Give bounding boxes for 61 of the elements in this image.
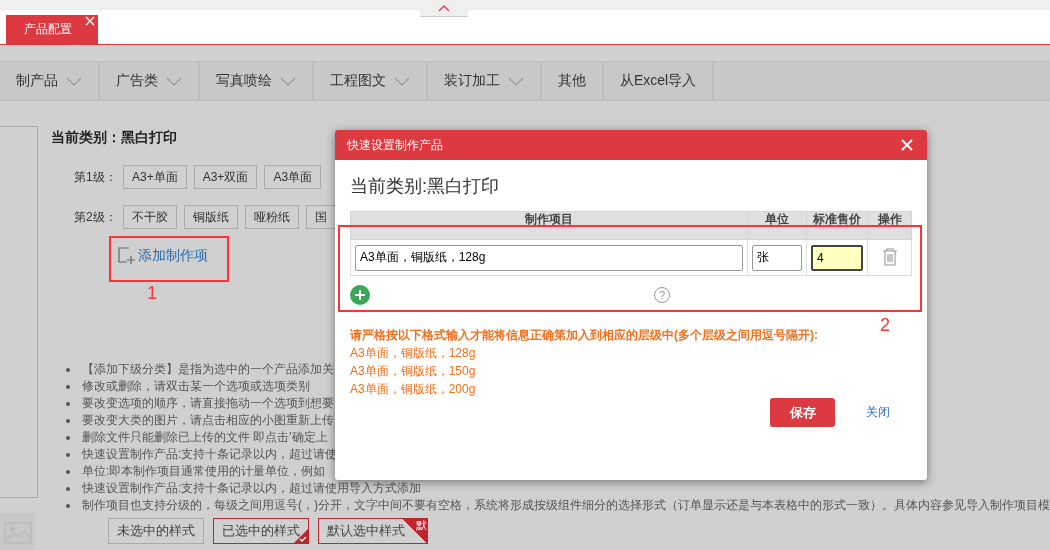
help-note: 快速设置制作产品:支持十条记录以内，超过请使用导入方式添加 xyxy=(82,480,422,497)
example-line: A3单面，铜版纸，150g xyxy=(350,363,477,380)
close-link[interactable]: 关闭 xyxy=(866,404,890,421)
level-label: 第2级： xyxy=(74,208,116,226)
help-note: 要改变选项的顺序，请直接拖动一个选项到想要 xyxy=(82,395,334,412)
help-note: 删除文件只能删除已上传的文件 即点击'确定上 xyxy=(82,429,328,446)
level-label: 第1级： xyxy=(74,168,116,186)
page-tab[interactable]: 产品配置 xyxy=(6,15,98,44)
option-chip[interactable]: 哑粉纸 xyxy=(245,205,299,229)
price-input[interactable]: 4 xyxy=(811,244,863,271)
bullet-dot xyxy=(66,435,70,440)
category-menu-item[interactable]: 制产品 xyxy=(0,62,100,100)
bullet-dot xyxy=(66,367,70,372)
option-chip[interactable]: A3单面 xyxy=(264,165,322,189)
bullet-dot xyxy=(66,469,70,474)
help-note: 要改变大类的图片，请点击相应的小图重新上传 xyxy=(82,412,334,429)
bullet-dot xyxy=(66,401,70,406)
dialog-title: 快速设置制作产品 xyxy=(347,136,443,154)
column-header: 制作项目 xyxy=(350,211,748,240)
category-menu-item[interactable]: 广告类 xyxy=(100,62,200,100)
help-note: 快速设置制作产品:支持十条记录以内，超过请使 xyxy=(82,446,338,463)
option-chip[interactable]: A3+双面 xyxy=(193,165,258,189)
close-icon[interactable] xyxy=(85,16,95,26)
column-header: 单位 xyxy=(747,211,807,240)
category-menu-item[interactable]: 写真喷绘 xyxy=(200,62,314,100)
close-icon[interactable] xyxy=(901,139,913,151)
help-note: 制作项目也支持分级的，每级之间用逗号(，)分开，文字中间不要有空格，系统将形成按级组件细分的选择形式（订单显示还是与本表格中的形式一致）。具体内容参见导入制作项目模 xyxy=(82,497,1050,514)
annotation-number: 1 xyxy=(147,283,157,304)
format-hint: 请严格按以下格式输入才能将信息正确第加入到相应的层级中(多个层级之间用逗号隔开): xyxy=(350,327,819,344)
trash-icon[interactable] xyxy=(880,246,899,266)
option-chip[interactable]: A3+单面 xyxy=(123,165,187,189)
column-header: 标准售价 xyxy=(806,211,868,240)
example-line: A3单面，铜版纸，200g xyxy=(350,381,477,398)
help-note: 修改或删除，请双击某一个选项或选项类别 xyxy=(82,378,310,395)
category-title: 当前类别：黑白打印 xyxy=(51,129,177,147)
category-menu-item[interactable]: 从Excel导入 xyxy=(604,62,715,100)
bullet-dot xyxy=(66,384,70,389)
bullet-dot xyxy=(66,452,70,457)
option-chip[interactable]: 不干胶 xyxy=(123,205,177,229)
category-menu-item[interactable]: 工程图文 xyxy=(314,62,428,100)
option-chip[interactable]: 铜版纸 xyxy=(184,205,238,229)
add-row-icon[interactable] xyxy=(350,285,370,305)
category-menu-item[interactable]: 装订加工 xyxy=(428,62,542,100)
bullet-dot xyxy=(66,503,70,508)
style-sample-button[interactable]: 已选中的样式 xyxy=(213,518,309,544)
bullet-dot xyxy=(66,486,70,491)
example-line: A3单面，铜版纸，128g xyxy=(350,345,477,362)
add-document-icon xyxy=(118,247,136,265)
style-sample-button[interactable]: 未选中的样式 xyxy=(108,518,204,544)
help-note: 单位:即本制作项目通常使用的计量单位，例如 xyxy=(82,463,326,480)
collapse-caret-icon[interactable] xyxy=(438,3,450,13)
bullet-dot xyxy=(66,418,70,423)
help-note: 【添加下级分类】是指为选中的一个产品添加关 xyxy=(82,361,334,378)
save-button[interactable]: 保存 xyxy=(770,398,835,427)
style-sample-button[interactable]: 默认选中样式 默 xyxy=(318,518,428,544)
unit-input[interactable]: 张 xyxy=(752,244,802,271)
add-item-link[interactable]: 添加制作项 xyxy=(118,247,208,265)
dialog-heading: 当前类别:黑白打印 xyxy=(350,175,500,198)
category-menu-item[interactable]: 其他 xyxy=(542,62,604,100)
annotation-number: 2 xyxy=(880,315,890,336)
item-input[interactable]: A3单面，铜版纸，128g xyxy=(355,244,743,271)
